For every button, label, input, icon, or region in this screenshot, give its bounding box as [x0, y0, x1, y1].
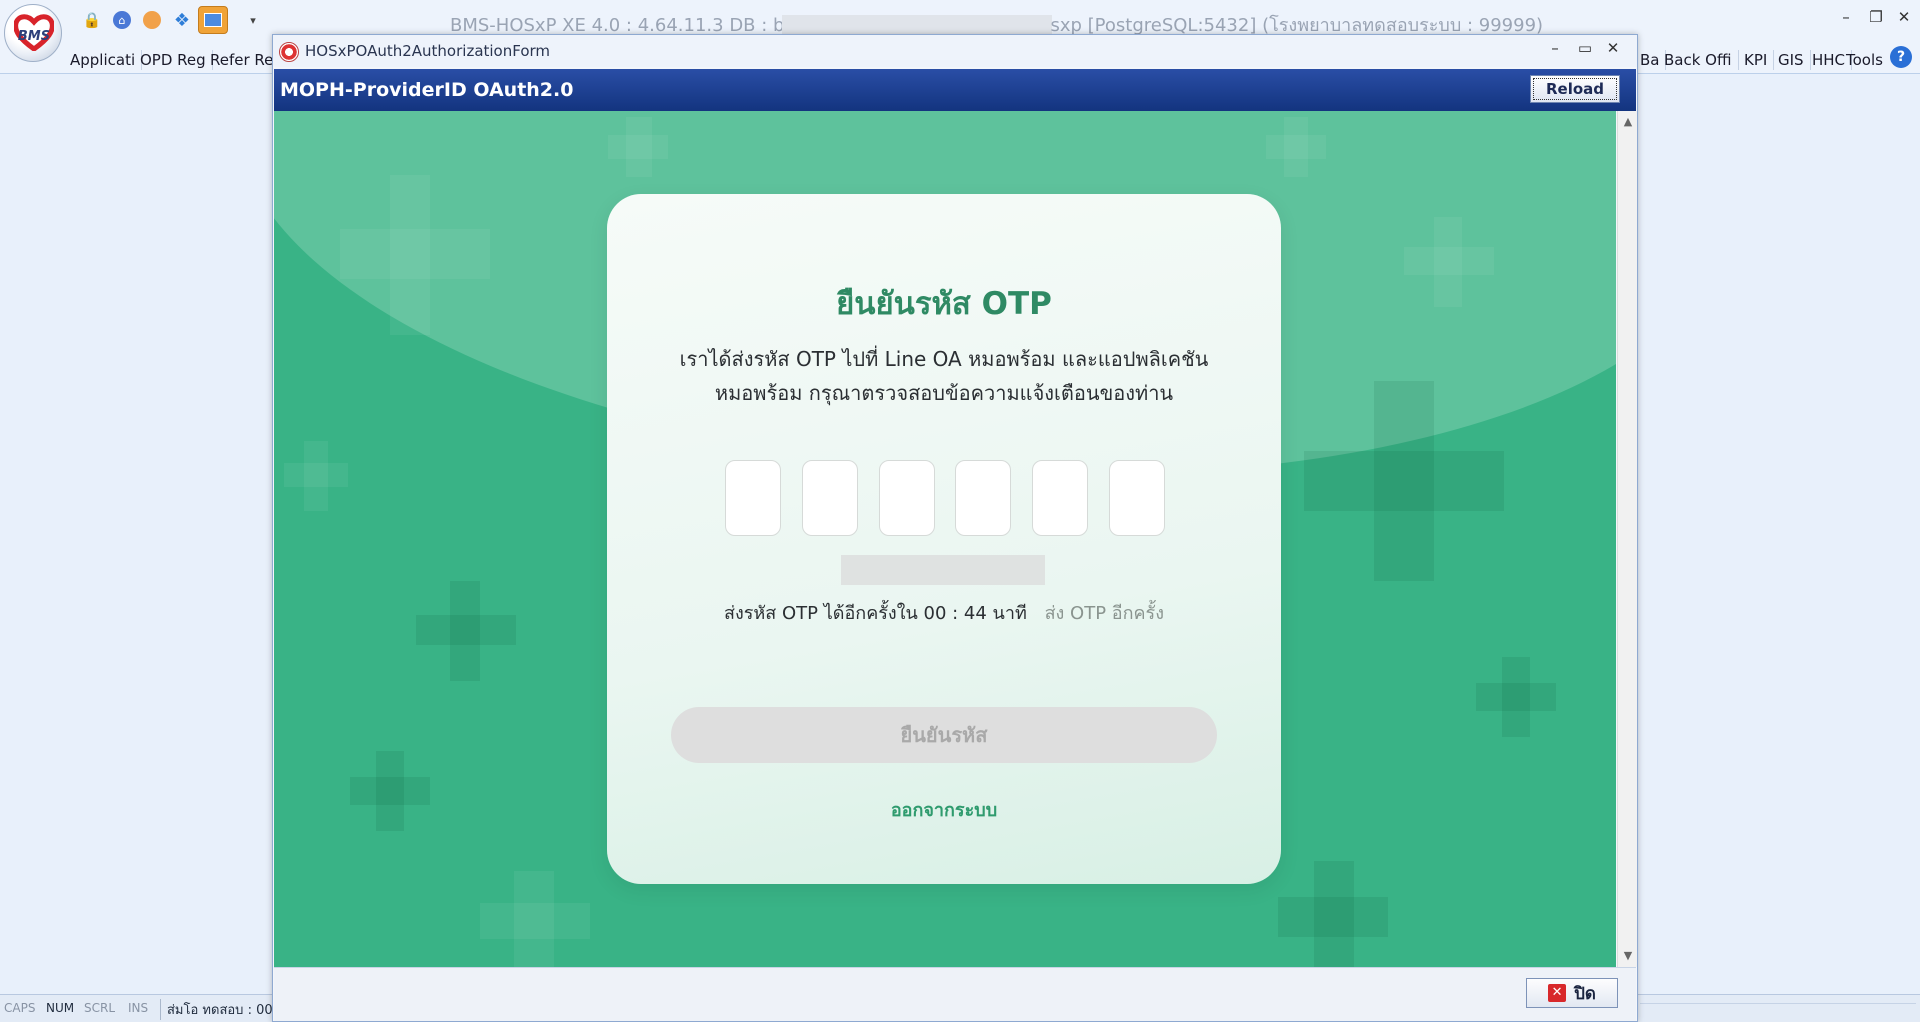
vertical-scrollbar[interactable]: ▲ ▼	[1617, 111, 1637, 967]
redacted-mask	[841, 555, 1045, 585]
close-button-label: ปิด	[1574, 983, 1596, 1004]
hosxp-form-icon	[279, 42, 299, 62]
bg-cross	[284, 463, 348, 487]
resend-countdown: ส่งรหัส OTP ได้อีกครั้งใน 00 : 44 นาที	[723, 603, 1027, 624]
app-minimize-button[interactable]: –	[1834, 8, 1858, 26]
bg-cross	[350, 777, 430, 805]
otp-digit-5[interactable]	[1032, 460, 1089, 536]
bg-cross	[1404, 247, 1494, 275]
bg-cross	[608, 135, 668, 159]
close-button[interactable]: ✕ ปิด	[1526, 978, 1618, 1008]
dialog-header-title: MOPH-ProviderID OAuth2.0	[280, 79, 574, 101]
bms-logo[interactable]: BMS	[4, 4, 62, 62]
lock-icon[interactable]: 🔒	[80, 8, 104, 32]
dialog-close-button[interactable]: ✕	[1601, 39, 1625, 57]
user-icon[interactable]	[140, 8, 164, 32]
app-close-button[interactable]: ✕	[1892, 8, 1916, 26]
dialog-title: HOSxPOAuth2AuthorizationForm	[305, 42, 551, 60]
scrl-indicator: SCRL	[84, 1001, 116, 1015]
dialog-footer: ✕ ปิด	[274, 967, 1636, 1021]
bg-cross	[340, 229, 490, 279]
statusbar-divider	[1640, 1003, 1916, 1015]
otp-digit-4[interactable]	[955, 460, 1012, 536]
resend-otp-link[interactable]: ส่ง OTP อีกครั้ง	[1045, 603, 1164, 624]
bg-cross	[416, 615, 516, 645]
otp-description-line1: เราได้ส่งรหัส OTP ไปที่ Line OA หมอพร้อม…	[679, 347, 1209, 371]
resend-row: ส่งรหัส OTP ได้อีกครั้งใน 00 : 44 นาที ส…	[607, 598, 1281, 627]
otp-digit-2[interactable]	[801, 460, 858, 536]
ribbon-tab-gis[interactable]: GIS	[1772, 50, 1811, 70]
ribbon-tab-tools[interactable]: Tools	[1840, 50, 1889, 70]
ins-indicator: INS	[128, 1001, 149, 1015]
ribbon-tab-kpi[interactable]: KPI	[1738, 50, 1775, 70]
scroll-down-icon[interactable]: ▼	[1618, 947, 1638, 965]
ribbon-tab-applications[interactable]: Applicati	[64, 50, 143, 70]
otp-input-group	[725, 460, 1165, 536]
close-icon: ✕	[1548, 984, 1567, 1002]
dialog-minimize-button[interactable]: –	[1543, 39, 1567, 57]
oauth-dialog: HOSxPOAuth2AuthorizationForm – ▭ ✕ MOPH-…	[272, 34, 1638, 1022]
caps-indicator: CAPS	[4, 1001, 36, 1015]
otp-digit-1[interactable]	[725, 460, 781, 536]
otp-description: เราได้ส่งรหัส OTP ไปที่ Line OA หมอพร้อม…	[647, 342, 1241, 410]
dialog-header: MOPH-ProviderID OAuth2.0 Reload	[274, 69, 1636, 111]
num-indicator: NUM	[46, 1001, 75, 1015]
bg-cross	[1476, 683, 1556, 711]
dialog-maximize-button[interactable]: ▭	[1573, 39, 1597, 57]
customize-toolbar-icon[interactable]: ▾	[246, 8, 260, 32]
otp-digit-3[interactable]	[878, 460, 935, 536]
bg-cross	[1266, 135, 1326, 159]
scroll-up-icon[interactable]: ▲	[1618, 113, 1638, 131]
home-icon[interactable]: ⌂	[110, 8, 134, 32]
user-info: ส่มโอ ทดสอบ : 00	[160, 999, 273, 1020]
bg-cross	[1304, 451, 1504, 511]
help-icon[interactable]: ?	[1890, 46, 1912, 68]
logo-text: BMS	[17, 29, 51, 44]
reload-button[interactable]: Reload	[1530, 75, 1620, 103]
address-book-icon[interactable]	[198, 6, 228, 34]
dialog-titlebar: HOSxPOAuth2AuthorizationForm – ▭ ✕	[273, 35, 1637, 67]
otp-digit-6[interactable]	[1108, 460, 1165, 536]
ribbon-tab-opd-reg[interactable]: OPD Reg	[134, 50, 213, 70]
ribbon-tab-back-office[interactable]: Back Offi	[1658, 50, 1739, 70]
otp-description-line2: หมอพร้อม กรุณาตรวจสอบข้อความแจ้งเตือนของ…	[714, 381, 1174, 405]
bg-cross	[480, 903, 590, 939]
logout-link[interactable]: ออกจากระบบ	[607, 795, 1281, 824]
otp-card: ยืนยันรหัส OTP เราได้ส่งรหัส OTP ไปที่ L…	[607, 194, 1281, 884]
otp-title: ยืนยันรหัส OTP	[836, 286, 1052, 322]
confirm-otp-button[interactable]: ยืนยันรหัส	[671, 707, 1217, 763]
web-content: ยืนยันรหัส OTP เราได้ส่งรหัส OTP ไปที่ L…	[274, 111, 1616, 967]
bg-cross	[1278, 897, 1388, 937]
app-restore-button[interactable]: ❐	[1864, 8, 1888, 26]
fish-icon[interactable]: ❖	[170, 8, 194, 32]
